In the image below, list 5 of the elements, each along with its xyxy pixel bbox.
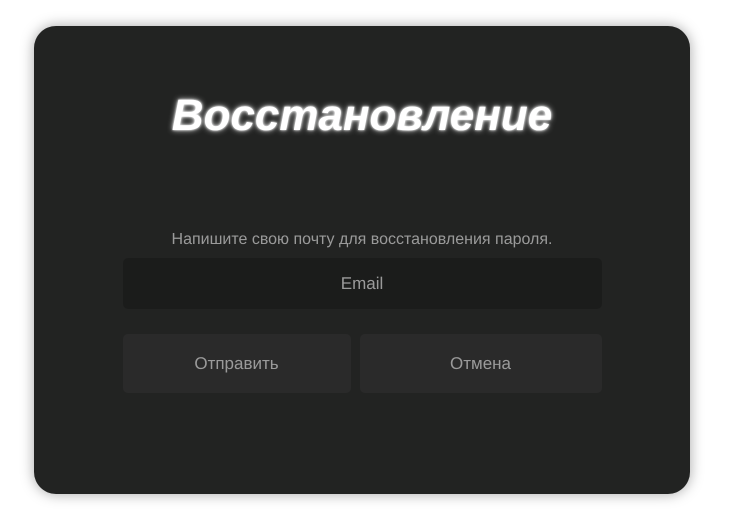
hint-text: Напишите свою почту для восстановления пароля. xyxy=(172,230,552,250)
email-field[interactable]: Email xyxy=(122,258,602,309)
submit-button[interactable]: Отправить xyxy=(122,334,350,393)
cancel-button[interactable]: Отмена xyxy=(360,334,602,393)
dialog-title: Восстановление xyxy=(172,90,552,142)
